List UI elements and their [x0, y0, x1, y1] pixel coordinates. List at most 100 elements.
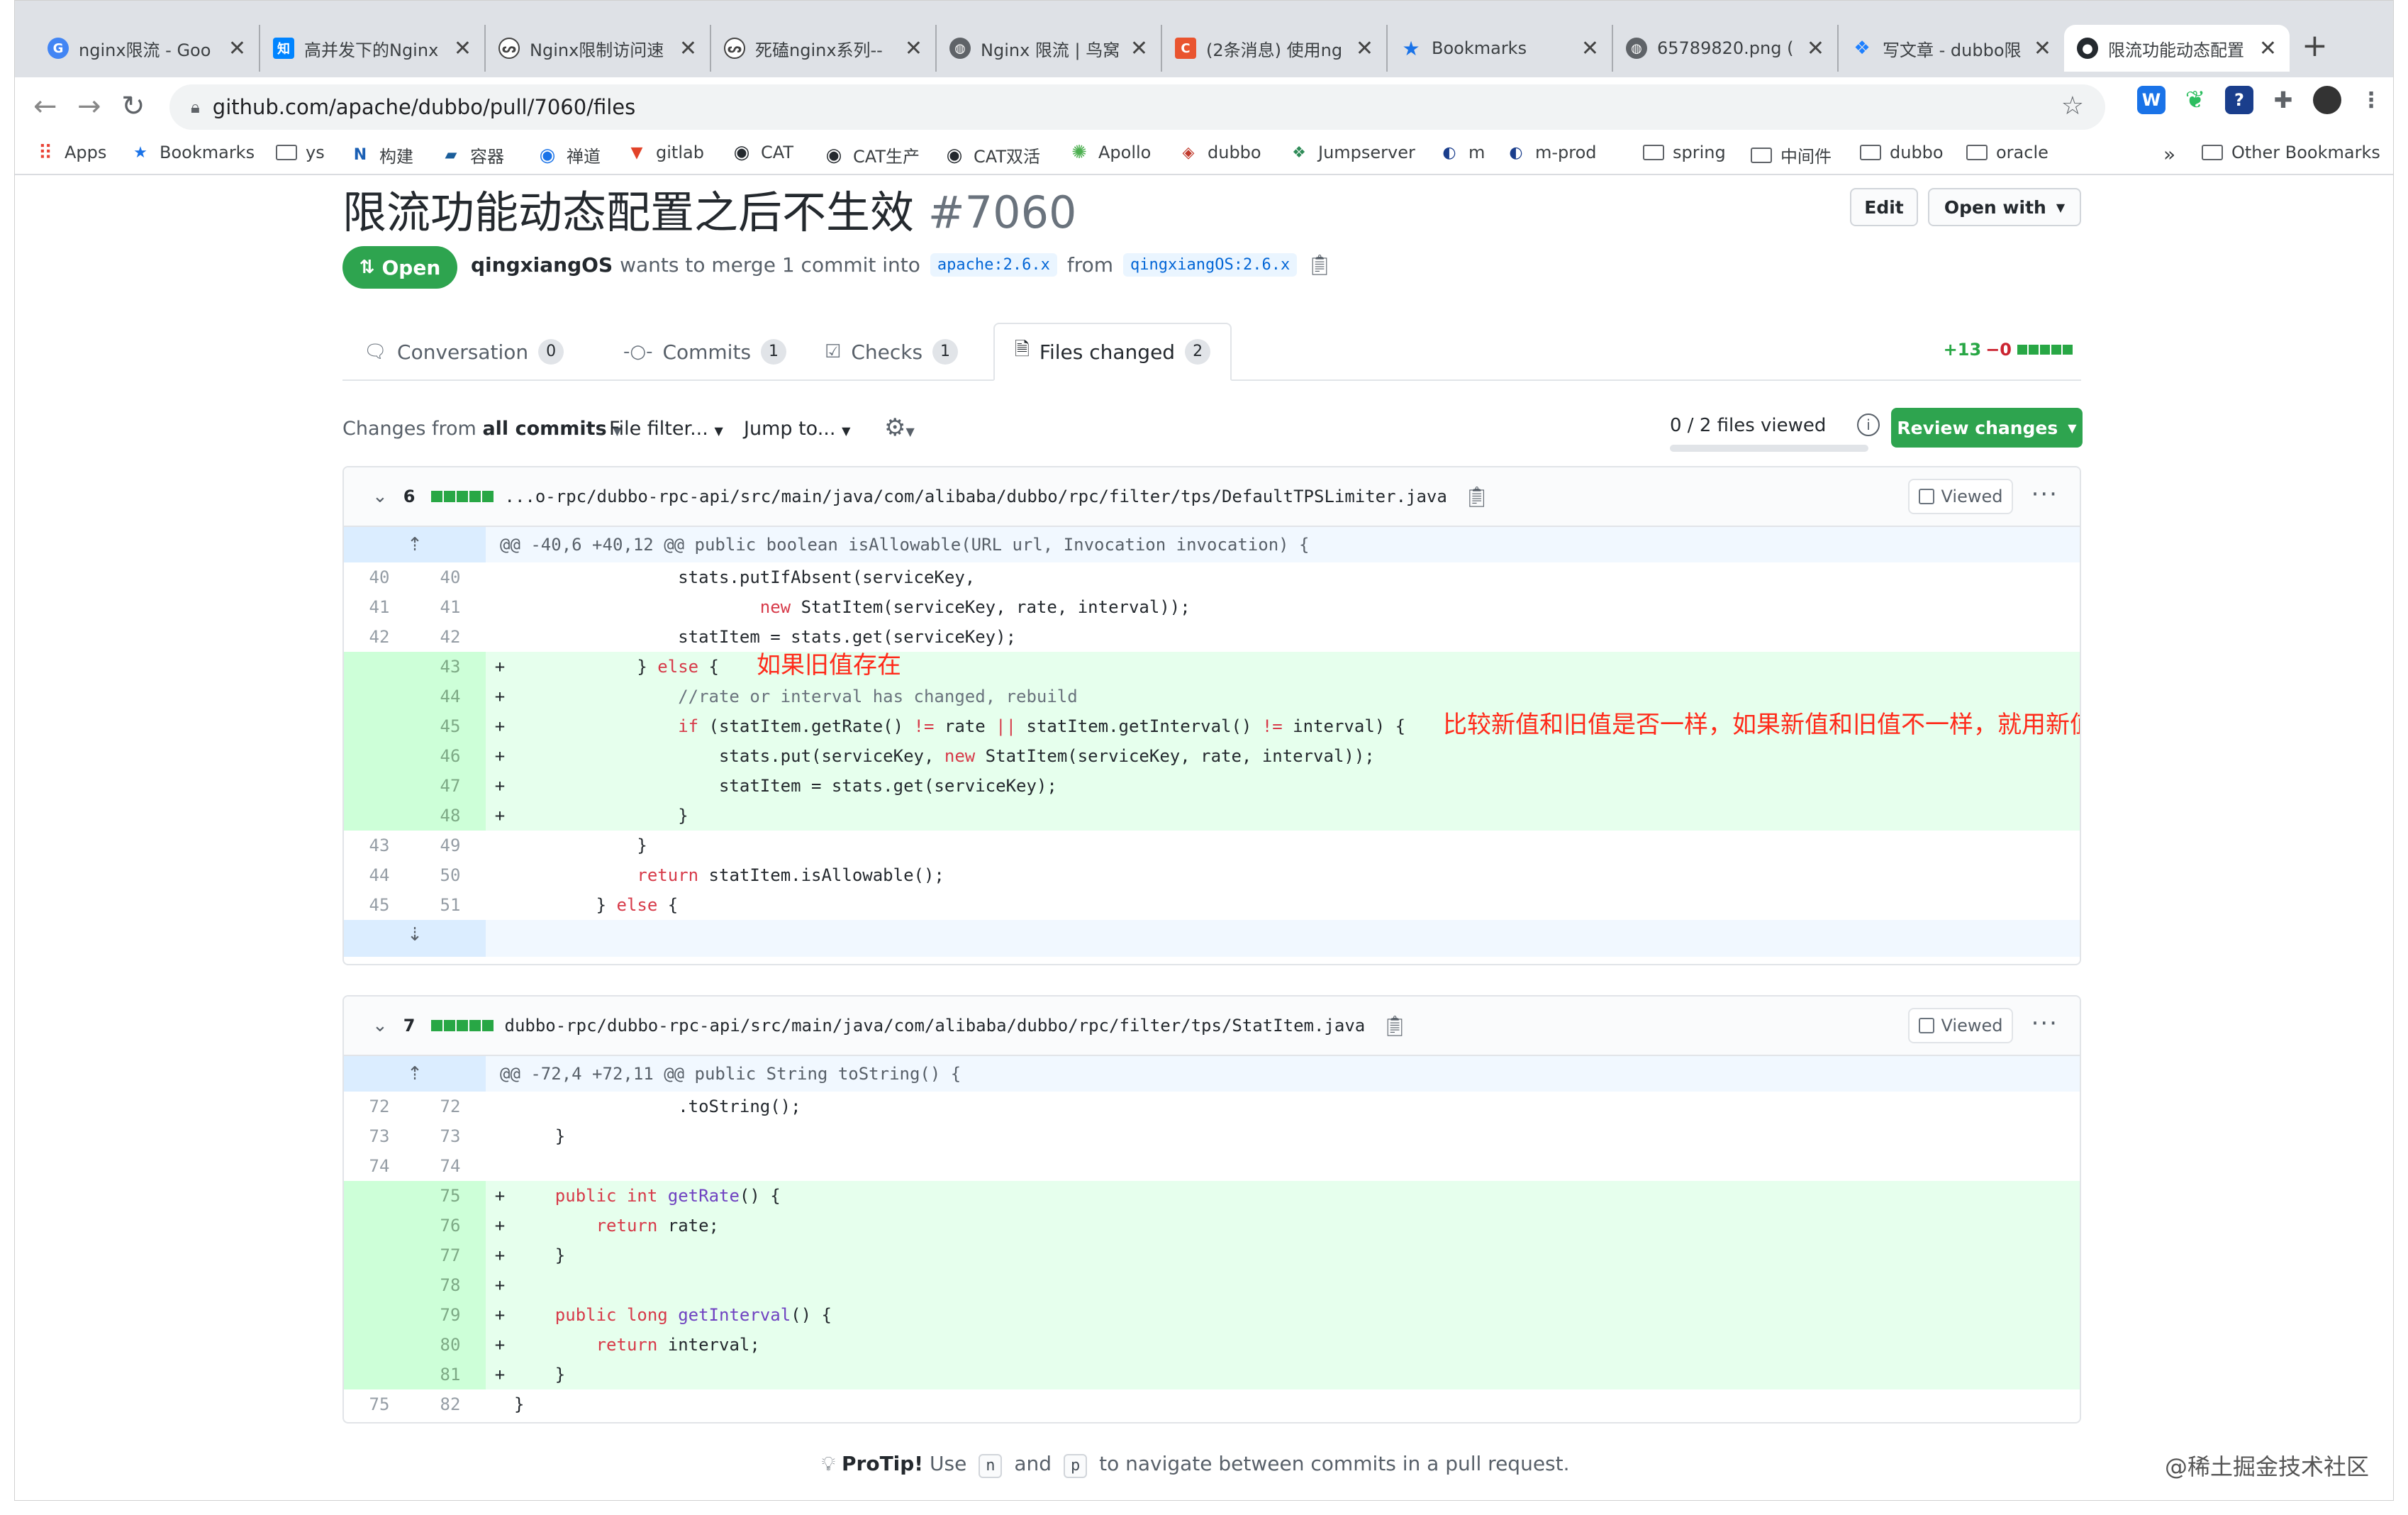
old-line-number[interactable]: 40 — [344, 562, 415, 592]
tab-commits[interactable]: -○- Commits 1 — [623, 323, 787, 381]
file-path-link[interactable]: ...o-rpc/dubbo-rpc-api/src/main/java/com… — [505, 487, 1447, 506]
new-line-number[interactable]: 77 — [415, 1241, 486, 1270]
new-line-number[interactable]: 82 — [415, 1389, 486, 1419]
address-bar[interactable]: 🔒︎ github.com/apache/dubbo/pull/7060/fil… — [169, 84, 2105, 130]
base-branch[interactable]: apache:2.6.x — [930, 253, 1057, 277]
bookmark-link[interactable]: ◉ 禅道 — [537, 143, 601, 167]
new-line-number[interactable]: 44 — [415, 682, 486, 711]
browser-tab[interactable]: ᔕ Nginx限制访问速 ✕ — [486, 25, 711, 72]
other-bookmarks[interactable]: Other Bookmarks — [2202, 143, 2380, 162]
info-icon[interactable]: i — [1857, 414, 1880, 436]
bookmark-link[interactable]: ✺ Apollo — [1069, 142, 1151, 163]
close-icon[interactable]: ✕ — [1581, 36, 1599, 61]
head-branch[interactable]: qingxiangOS:2.6.x — [1123, 253, 1298, 277]
new-line-number[interactable]: 50 — [415, 860, 486, 890]
close-icon[interactable]: ✕ — [1130, 36, 1148, 61]
old-line-number[interactable] — [344, 741, 415, 771]
more-bookmarks-chevron[interactable]: » — [2163, 143, 2175, 166]
expand-down-icon[interactable]: ⇣ — [344, 920, 486, 957]
old-line-number[interactable] — [344, 1330, 415, 1360]
review-changes-button[interactable]: Review changes ▼ — [1891, 408, 2083, 448]
bookmark-apps[interactable]: ⠿ Apps — [35, 141, 107, 165]
new-line-number[interactable]: 79 — [415, 1300, 486, 1330]
old-line-number[interactable] — [344, 682, 415, 711]
new-line-number[interactable]: 51 — [415, 890, 486, 920]
old-line-number[interactable] — [344, 1360, 415, 1389]
old-line-number[interactable] — [344, 1241, 415, 1270]
old-line-number[interactable]: 42 — [344, 622, 415, 652]
new-line-number[interactable]: 43 — [415, 652, 486, 682]
browser-tab[interactable]: G nginx限流 - Goo ✕ — [35, 25, 260, 72]
chevron-down-icon[interactable]: ⌄ — [372, 1015, 388, 1036]
bookmark-star-icon[interactable]: ☆ — [2061, 91, 2084, 121]
close-icon[interactable]: ✕ — [228, 36, 246, 61]
old-line-number[interactable] — [344, 1270, 415, 1300]
old-line-number[interactable] — [344, 652, 415, 682]
close-icon[interactable]: ✕ — [679, 36, 697, 61]
bookmark-link[interactable]: ◉ CAT — [731, 142, 793, 163]
help-extension-icon[interactable]: ? — [2225, 86, 2253, 114]
expand-up-icon[interactable]: ⇡ — [344, 1056, 486, 1092]
file-path-link[interactable]: dubbo-rpc/dubbo-rpc-api/src/main/java/co… — [505, 1016, 1366, 1036]
bookmark-link[interactable]: ◐ m-prod — [1505, 143, 1596, 162]
close-icon[interactable]: ✕ — [905, 36, 922, 61]
new-line-number[interactable]: 80 — [415, 1330, 486, 1360]
new-tab-button[interactable]: + — [2302, 28, 2328, 64]
evernote-extension-icon[interactable]: ❦ — [2181, 86, 2209, 114]
more-options-icon[interactable]: ··· — [2031, 1009, 2058, 1038]
bookmark-folder[interactable]: spring — [1643, 143, 1726, 162]
browser-tab[interactable]: ◍ 65789820.png ( ✕ — [1613, 25, 1839, 72]
browser-tab[interactable]: ❖ 写文章 - dubbo限 ✕ — [1839, 25, 2064, 72]
new-line-number[interactable]: 72 — [415, 1092, 486, 1121]
new-line-number[interactable]: 47 — [415, 771, 486, 801]
old-line-number[interactable] — [344, 1300, 415, 1330]
more-options-icon[interactable]: ··· — [2031, 480, 2058, 509]
old-line-number[interactable]: 72 — [344, 1092, 415, 1121]
viewed-checkbox[interactable]: Viewed — [1908, 1008, 2013, 1043]
browser-tab[interactable]: ᔕ 死磕nginx系列-- ✕ — [711, 25, 937, 72]
close-icon[interactable]: ✕ — [2259, 36, 2277, 61]
viewed-checkbox[interactable]: Viewed — [1908, 479, 2013, 514]
old-line-number[interactable] — [344, 711, 415, 741]
chevron-down-icon[interactable]: ⌄ — [372, 486, 388, 507]
word-extension-icon[interactable]: W — [2137, 86, 2165, 114]
old-line-number[interactable]: 73 — [344, 1121, 415, 1151]
new-line-number[interactable]: 81 — [415, 1360, 486, 1389]
new-line-number[interactable]: 73 — [415, 1121, 486, 1151]
bookmark-link[interactable]: ▰ 容器 — [440, 143, 504, 167]
profile-avatar[interactable] — [2313, 86, 2341, 114]
bookmark-link[interactable]: ◈ dubbo — [1178, 143, 1261, 162]
old-line-number[interactable] — [344, 1181, 415, 1211]
new-line-number[interactable]: 49 — [415, 831, 486, 860]
old-line-number[interactable]: 75 — [344, 1389, 415, 1419]
browser-tab[interactable]: C (2条消息) 使用ng ✕ — [1162, 25, 1388, 72]
jump-to-dropdown[interactable]: Jump to... ▼ — [744, 418, 850, 440]
bookmark-link[interactable]: ❖ Jumpserver — [1288, 143, 1415, 162]
new-line-number[interactable]: 46 — [415, 741, 486, 771]
old-line-number[interactable] — [344, 1211, 415, 1241]
old-line-number[interactable] — [344, 801, 415, 831]
bookmark-folder[interactable]: 中间件 — [1751, 143, 1832, 167]
puzzle-extensions-icon[interactable]: ✚ — [2269, 86, 2297, 114]
forward-icon[interactable]: → — [77, 90, 101, 123]
old-line-number[interactable]: 43 — [344, 831, 415, 860]
tab-files-changed[interactable]: 🗎︎ Files changed 2 — [993, 323, 1232, 381]
file-filter-dropdown[interactable]: File filter... ▼ — [609, 418, 723, 440]
new-line-number[interactable]: 42 — [415, 622, 486, 652]
copy-clipboard-icon[interactable]: 📋︎ — [1464, 485, 1490, 509]
bookmark-link[interactable]: ▼ gitlab — [626, 143, 704, 162]
copy-clipboard-icon[interactable]: 📋︎ — [1307, 253, 1332, 277]
changes-from-dropdown[interactable]: Changes from all commits ▼ — [342, 418, 622, 440]
browser-tab[interactable]: 知 高并发下的Nginx ✕ — [260, 25, 486, 72]
old-line-number[interactable] — [344, 771, 415, 801]
pr-author-link[interactable]: qingxiangOS — [471, 253, 613, 277]
new-line-number[interactable]: 75 — [415, 1181, 486, 1211]
edit-button[interactable]: Edit — [1850, 188, 1918, 226]
bookmark-link[interactable]: ◉ CAT双活 — [944, 143, 1040, 167]
expand-up-icon[interactable]: ⇡ — [344, 527, 486, 562]
bookmark-link[interactable]: ◐ m — [1439, 143, 1485, 162]
bookmark-folder[interactable]: oracle — [1966, 143, 2049, 162]
browser-tab-active[interactable]: ● 限流功能动态配置 ✕ — [2064, 25, 2290, 72]
new-line-number[interactable]: 48 — [415, 801, 486, 831]
open-with-button[interactable]: Open with ▼ — [1928, 188, 2081, 226]
